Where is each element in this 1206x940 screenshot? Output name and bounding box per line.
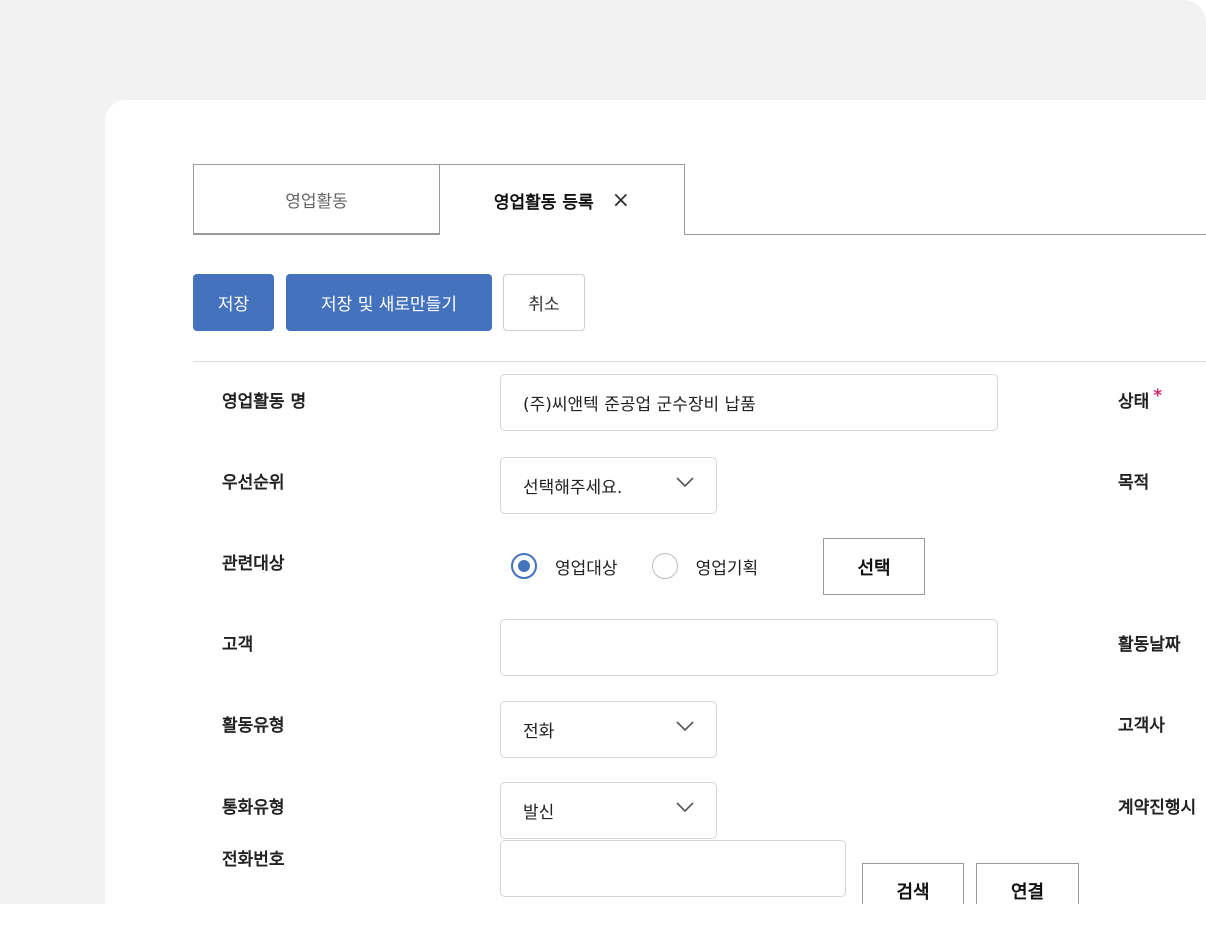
tab-sales-activity-register[interactable]: 영업활동 등록 × [439, 164, 685, 235]
status-label: 상태 * [1118, 386, 1162, 414]
search-button[interactable]: 검색 [862, 863, 964, 904]
purpose-label: 목적 [1118, 473, 1150, 493]
activity-name-label: 영업활동 명 [222, 392, 307, 412]
chevron-down-icon [676, 475, 694, 489]
related-target-radio-group: 영업대상 영업기획 [511, 552, 758, 580]
connect-button[interactable]: 연결 [976, 863, 1079, 904]
cancel-button[interactable]: 취소 [503, 274, 585, 331]
activity-type-select[interactable]: 전화 [500, 701, 717, 758]
activity-type-value: 전화 [523, 722, 555, 742]
tab-label: 영업활동 [285, 191, 348, 212]
chevron-down-icon [676, 800, 694, 814]
tab-sales-activity[interactable]: 영업활동 [193, 164, 440, 234]
required-mark: * [1153, 386, 1163, 406]
client-company-label: 고객사 [1118, 716, 1165, 736]
call-type-label: 통화유형 [222, 798, 285, 818]
tab-bar-line [193, 234, 1206, 235]
radio-sales-target[interactable] [511, 553, 537, 579]
customer-label: 고객 [222, 635, 254, 655]
save-and-new-button[interactable]: 저장 및 새로만들기 [286, 274, 492, 331]
activity-date-label: 활동날짜 [1118, 635, 1181, 655]
call-type-value: 발신 [523, 803, 555, 823]
priority-label: 우선순위 [222, 473, 285, 493]
call-type-select[interactable]: 발신 [500, 782, 717, 839]
radio-sales-plan[interactable] [651, 553, 678, 579]
radio-label-sales-target: 영업대상 [555, 558, 618, 579]
activity-name-value: (주)씨앤텍 준공업 군수장비 납품 [523, 395, 756, 415]
activity-type-label: 활동유형 [222, 716, 285, 736]
tab-bar: 영업활동 영업활동 등록 × [193, 164, 1206, 235]
priority-select[interactable]: 선택해주세요. [500, 457, 717, 514]
select-button[interactable]: 선택 [823, 538, 925, 595]
chevron-down-icon [676, 719, 694, 733]
related-target-label: 관련대상 [222, 554, 285, 574]
phone-input[interactable] [500, 840, 846, 897]
save-button[interactable]: 저장 [193, 274, 274, 331]
status-label-text: 상태 [1118, 392, 1150, 412]
priority-value: 선택해주세요. [523, 478, 623, 498]
radio-label-sales-plan: 영업기획 [695, 558, 759, 579]
phone-label: 전화번호 [222, 850, 285, 870]
tab-label: 영업활동 등록 [493, 192, 594, 213]
contract-progress-label: 계약진행시 [1118, 798, 1197, 818]
close-icon[interactable]: × [612, 188, 630, 213]
toolbar-divider [193, 361, 1206, 362]
customer-input[interactable] [500, 619, 998, 676]
activity-name-input[interactable]: (주)씨앤텍 준공업 군수장비 납품 [500, 374, 998, 431]
